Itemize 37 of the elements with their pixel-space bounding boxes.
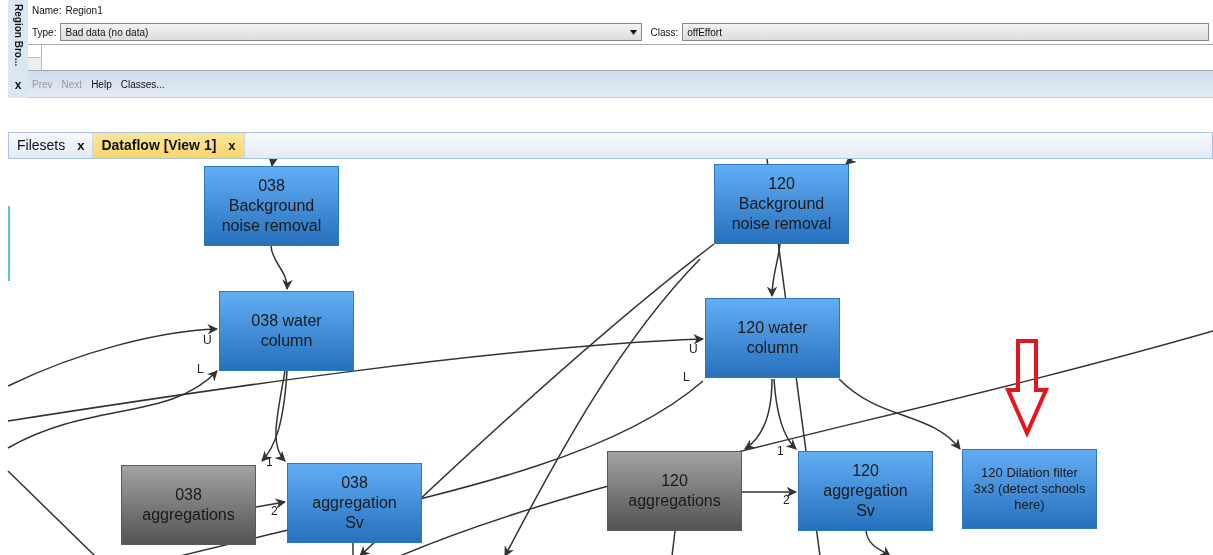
flow-node[interactable]: 120 water column <box>705 298 840 378</box>
connector <box>845 159 857 165</box>
caret-icon <box>630 29 638 35</box>
port-label: L <box>197 363 204 375</box>
panel-title: Region Bro... <box>11 4 25 67</box>
port-label: 2 <box>271 505 278 517</box>
flow-node[interactable]: 038 aggregation Sv <box>287 463 422 543</box>
name-value: Region1 <box>65 3 103 18</box>
flow-node[interactable]: 120 Dilation filter 3x3 (detect schools here) <box>962 449 1097 529</box>
flow-node[interactable]: 038 aggregations <box>121 465 256 545</box>
toolbar-button[interactable]: Help <box>91 76 112 92</box>
flow-node[interactable]: 120 aggregations <box>607 451 742 531</box>
field-label: Type: <box>32 25 57 40</box>
port-label: 1 <box>777 445 784 457</box>
class-field[interactable]: offEffort <box>682 23 1209 41</box>
toolbar-button[interactable]: Classes... <box>120 76 165 92</box>
side-panel-tab[interactable]: Region Bro... x <box>8 0 28 98</box>
port-label: 2 <box>783 494 790 506</box>
port-label: U <box>203 334 212 346</box>
port-label: L <box>683 371 690 383</box>
port-label: U <box>689 343 698 355</box>
type-dropdown[interactable]: Bad data (no data) <box>60 23 643 41</box>
flow-node[interactable]: 038 water column <box>219 291 354 371</box>
grid-header-cell <box>28 58 42 70</box>
flow-node[interactable]: 038 Background noise removal <box>204 166 339 246</box>
field-label: Name: <box>32 3 62 18</box>
down-arrow-icon <box>1004 339 1050 438</box>
connector <box>268 159 279 168</box>
close-button[interactable]: x <box>77 135 85 156</box>
connector <box>270 245 293 291</box>
field-label: Class: <box>650 25 679 40</box>
close-button[interactable]: x <box>14 76 22 94</box>
port-label: 1 <box>266 456 273 468</box>
close-button[interactable]: x <box>228 135 236 156</box>
flow-node[interactable]: 120 Background noise removal <box>714 164 849 244</box>
flow-node[interactable]: 120 aggregation Sv <box>798 451 933 531</box>
tab[interactable]: Dataflow [View 1] x <box>93 133 245 158</box>
